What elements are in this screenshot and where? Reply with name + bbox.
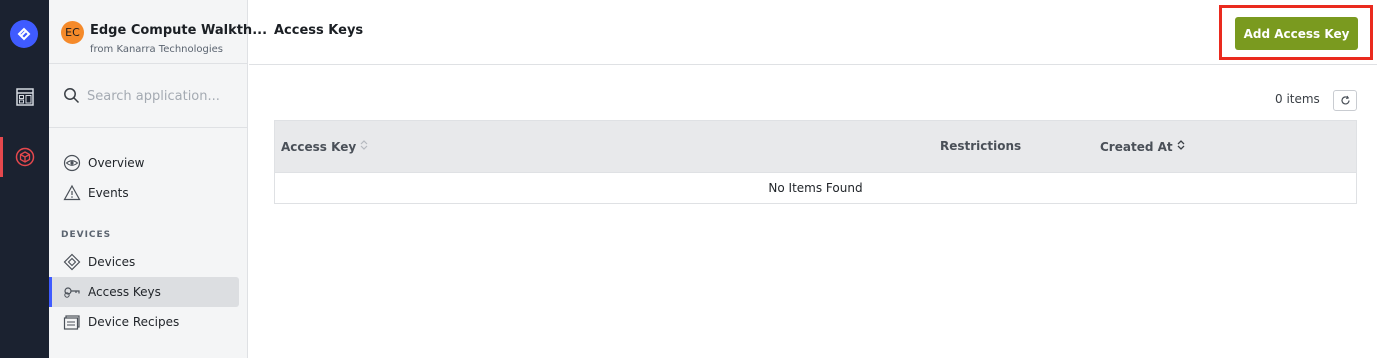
sidebar-item-label: Device Recipes [88, 315, 180, 329]
access-keys-table: Access Key Restrictions Created At No It… [274, 120, 1357, 204]
applications-cube-icon[interactable] [0, 137, 49, 177]
refresh-icon [1340, 91, 1351, 110]
eye-icon [63, 154, 81, 172]
column-header-restrictions: Restrictions [940, 139, 1021, 153]
sidebar-item-overview[interactable]: Overview [49, 148, 239, 178]
search-icon [63, 87, 80, 108]
app-name: Edge Compute Walkth... [90, 23, 268, 38]
left-rail [0, 0, 49, 358]
sidebar-item-devices[interactable]: Devices [49, 247, 239, 277]
page-header: Access Keys Add Access Key [249, 0, 1377, 65]
table-header: Access Key Restrictions Created At [275, 121, 1356, 173]
column-header-created-at[interactable]: Created At [1100, 139, 1185, 154]
column-header-access-key[interactable]: Access Key [281, 139, 368, 154]
column-label: Access Key [281, 139, 357, 154]
app-sidebar: EC Edge Compute Walkth... from Kanarra T… [49, 0, 267, 358]
sort-icon [1177, 139, 1185, 154]
search-bar [49, 64, 247, 128]
diamond-icon [63, 253, 81, 271]
sidebar-item-device-recipes[interactable]: Device Recipes [49, 307, 239, 337]
add-access-key-button[interactable]: Add Access Key [1235, 17, 1358, 50]
key-icon [63, 283, 81, 301]
page-title: Access Keys [274, 23, 364, 38]
dashboards-icon[interactable] [0, 77, 49, 117]
section-label-devices: DEVICES [61, 230, 112, 240]
sidebar-item-label: Overview [88, 156, 145, 170]
brand-logo-icon[interactable] [10, 20, 38, 48]
app-org: from Kanarra Technologies [90, 44, 224, 55]
column-label: Created At [1100, 139, 1173, 154]
sidebar-item-label: Devices [88, 255, 136, 269]
refresh-button[interactable] [1333, 90, 1357, 111]
application-header[interactable]: EC Edge Compute Walkth... from Kanarra T… [49, 0, 267, 64]
empty-state-message: No Items Found [768, 181, 863, 195]
sidebar-item-events[interactable]: Events [49, 178, 239, 208]
recipe-icon [63, 313, 81, 331]
sort-icon [360, 139, 368, 154]
column-label: Restrictions [940, 139, 1022, 153]
sidebar-item-label: Events [88, 186, 129, 200]
highlight-box: Add Access Key [1219, 5, 1373, 60]
warning-triangle-icon [63, 184, 81, 202]
sidebar-item-label: Access Keys [88, 285, 161, 299]
item-count: 0 items [1275, 92, 1320, 106]
sidebar-item-access-keys[interactable]: Access Keys [49, 277, 239, 307]
app-avatar: EC [61, 21, 84, 44]
search-input[interactable] [87, 85, 237, 107]
